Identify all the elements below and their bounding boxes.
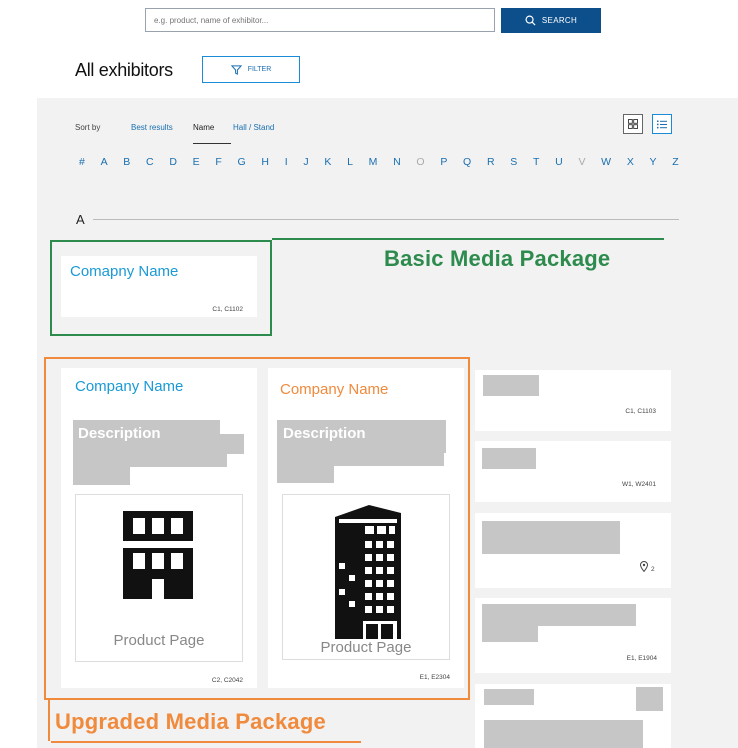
alphabet-letter[interactable]: Y: [650, 156, 657, 168]
alphabet-letter[interactable]: W: [601, 156, 611, 168]
alphabet-letter[interactable]: E: [193, 156, 200, 168]
basic-package-line: [272, 238, 664, 240]
alphabet-letter[interactable]: D: [169, 156, 177, 168]
basic-package-outline: [50, 240, 272, 336]
alphabet-index: # A B C D E F G H I J K L M N O P Q R S T U V W X Y Z: [79, 156, 679, 168]
page-title: All exhibitors: [75, 60, 173, 80]
alphabet-letter[interactable]: R: [487, 156, 495, 168]
alphabet-letter[interactable]: #: [79, 156, 85, 168]
alphabet-letter[interactable]: F: [215, 156, 221, 168]
filter-icon: [230, 64, 242, 75]
stand-number: W1, W2401: [622, 481, 656, 488]
grid-icon: [628, 119, 638, 129]
alphabet-letter[interactable]: I: [285, 156, 288, 168]
exhibitor-card[interactable]: E1, E1904: [475, 598, 671, 673]
location-pin-icon: [640, 561, 648, 572]
filter-button[interactable]: FILTER: [202, 56, 300, 83]
alphabet-letter[interactable]: N: [393, 156, 401, 168]
alphabet-letter[interactable]: J: [303, 156, 308, 168]
exhibitor-card[interactable]: C1, C1103: [475, 370, 671, 431]
search-icon: [525, 15, 536, 26]
grid-view-button[interactable]: [623, 114, 643, 134]
list-view-button[interactable]: [652, 114, 672, 134]
name-placeholder: [482, 448, 536, 469]
location-count-badge: 2: [651, 566, 655, 573]
alphabet-letter[interactable]: L: [347, 156, 353, 168]
sort-selected-underline: [193, 143, 231, 144]
name-placeholder: [636, 687, 663, 711]
upgraded-package-label: Upgraded Media Package: [55, 709, 326, 734]
name-placeholder: [482, 521, 620, 554]
alphabet-letter[interactable]: H: [261, 156, 269, 168]
alphabet-letter: O: [416, 156, 425, 168]
exhibitor-card[interactable]: W1, W2401: [475, 441, 671, 502]
alphabet-letter[interactable]: Z: [672, 156, 678, 168]
upgraded-package-outline: [44, 357, 470, 700]
alphabet-letter[interactable]: G: [238, 156, 246, 168]
search-input[interactable]: [145, 8, 495, 32]
alphabet-letter[interactable]: T: [533, 156, 539, 168]
filter-button-label: FILTER: [247, 66, 272, 73]
alphabet-letter: V: [578, 156, 586, 168]
section-divider: [93, 219, 679, 220]
alphabet-letter[interactable]: B: [123, 156, 130, 168]
stand-number: E1, E1904: [626, 655, 657, 662]
alphabet-letter[interactable]: Q: [463, 156, 471, 168]
name-placeholder: [482, 604, 636, 626]
alphabet-letter[interactable]: K: [324, 156, 331, 168]
alphabet-letter[interactable]: S: [510, 156, 517, 168]
alphabet-letter[interactable]: A: [101, 156, 108, 168]
alphabet-letter[interactable]: M: [369, 156, 378, 168]
sort-by-label: Sort by: [75, 123, 101, 132]
basic-package-label: Basic Media Package: [384, 246, 611, 271]
alphabet-letter[interactable]: P: [440, 156, 447, 168]
sort-best-results[interactable]: Best results: [131, 123, 173, 132]
upgraded-package-underline: [51, 741, 361, 743]
sort-hall-stand[interactable]: Hall / Stand: [233, 123, 274, 132]
name-placeholder: [484, 689, 534, 705]
search-button[interactable]: SEARCH: [501, 8, 601, 33]
exhibitor-card[interactable]: [475, 684, 671, 748]
section-letter: A: [76, 212, 85, 227]
alphabet-letter[interactable]: U: [555, 156, 563, 168]
exhibitor-card[interactable]: 2: [475, 513, 671, 588]
list-icon: [657, 120, 667, 128]
sort-name[interactable]: Name: [193, 123, 214, 132]
name-placeholder: [484, 720, 643, 748]
alphabet-letter[interactable]: C: [146, 156, 154, 168]
stand-number: C1, C1103: [625, 408, 656, 415]
search-button-label: SEARCH: [541, 16, 578, 25]
name-placeholder: [483, 375, 539, 396]
upgraded-package-connector: [48, 700, 50, 741]
name-placeholder: [482, 626, 538, 642]
alphabet-letter[interactable]: X: [627, 156, 634, 168]
